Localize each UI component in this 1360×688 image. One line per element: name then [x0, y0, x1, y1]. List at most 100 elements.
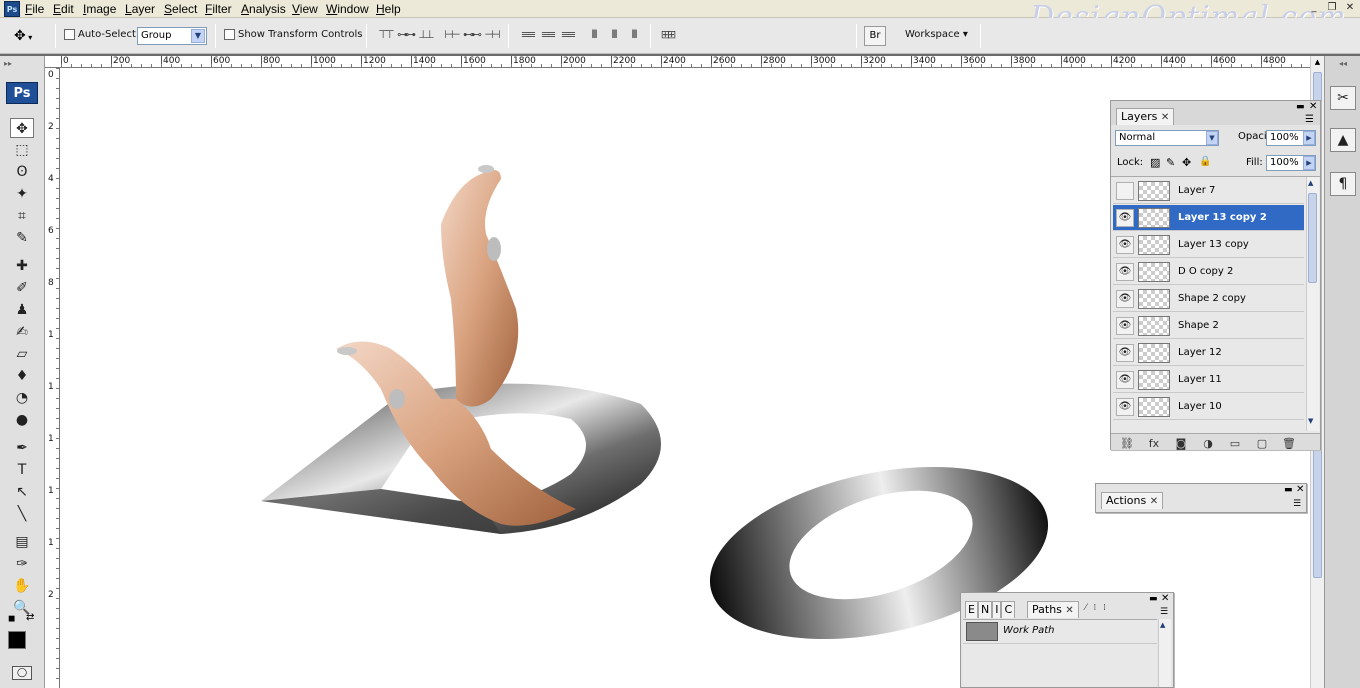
eye-icon[interactable]: 👁 [1116, 209, 1134, 227]
crop-tool-icon[interactable]: ⌗ [10, 206, 34, 226]
fx-icon[interactable]: fx [1146, 437, 1162, 450]
close-button[interactable]: ✕ [1342, 1, 1358, 15]
menu-filter[interactable]: Filter [205, 1, 232, 17]
move-tool-preset-icon[interactable]: ✥ ▾ [14, 26, 46, 46]
scroll-up-icon[interactable]: ▲ [1308, 179, 1313, 187]
tool-presets-icon[interactable]: ✂ [1330, 86, 1356, 110]
align-bottom-icon[interactable]: ⊥⊥ [416, 27, 434, 43]
lock-all-icon[interactable]: 🔒 [1199, 156, 1211, 167]
brush-tool-icon[interactable]: ✐ [10, 278, 34, 298]
eye-icon[interactable]: 👁 [1116, 236, 1134, 254]
eye-icon[interactable]: 👁 [1116, 317, 1134, 335]
lock-position-icon[interactable]: ✥ [1182, 156, 1191, 169]
minimize-panel-icon[interactable]: ▬ [1149, 594, 1158, 604]
stamp-tool-icon[interactable]: ♟ [10, 300, 34, 320]
group-icon[interactable]: ▭ [1227, 437, 1243, 450]
quick-mask-icon[interactable]: ◯ [12, 666, 32, 680]
menu-analysis[interactable]: Analysis [241, 1, 286, 17]
eye-icon[interactable]: 👁 [1116, 398, 1134, 416]
tab-layers[interactable]: Layers ✕ [1116, 108, 1175, 125]
lock-pixels-icon[interactable]: ✎ [1166, 156, 1175, 169]
distribute-vcenter-icon[interactable]: ≡≡ [538, 27, 556, 43]
scroll-down-icon[interactable]: ▼ [1308, 417, 1313, 425]
paragraph-icon[interactable]: ¶ [1330, 172, 1356, 196]
magic-wand-icon[interactable]: ✦ [10, 184, 34, 204]
link-icon[interactable]: ⛓ [1119, 437, 1135, 450]
workspace-button[interactable]: Workspace ▾ [905, 29, 968, 41]
auto-select-checkbox[interactable] [64, 29, 75, 40]
sponge-tool-icon[interactable]: ● [10, 410, 34, 430]
restore-button[interactable]: ❐ [1324, 1, 1340, 15]
eye-icon[interactable] [1116, 182, 1134, 200]
tab-e[interactable]: E [965, 601, 978, 618]
adjustment-icon[interactable]: ◑ [1200, 437, 1216, 450]
history-brush-icon[interactable]: ✍ [10, 322, 34, 342]
line-tool-icon[interactable]: ╲ [10, 504, 34, 524]
layer-row[interactable]: 👁 Layer 12 [1113, 340, 1304, 366]
distribute-left-icon[interactable]: ⫴⫴ [584, 27, 602, 43]
more-tabs-icon[interactable]: ⁄ ⁞ ⁞ [1085, 603, 1108, 613]
tab-c[interactable]: C [1001, 601, 1016, 618]
foreground-color-swatch[interactable] [8, 631, 26, 649]
distribute-top-icon[interactable]: ≡≡ [518, 27, 536, 43]
distribute-bottom-icon[interactable]: ≡≡ [558, 27, 576, 43]
menu-help[interactable]: Help [376, 1, 401, 17]
lock-transparent-icon[interactable]: ▨ [1150, 156, 1160, 169]
align-vcenter-icon[interactable]: ⊶⊶ [396, 27, 416, 43]
auto-select-dropdown[interactable]: Group ▼ [137, 27, 207, 45]
minimize-button[interactable]: _ [1306, 1, 1322, 15]
path-row[interactable]: Work Path [963, 620, 1157, 644]
align-left-icon[interactable]: ⊢⊢ [442, 27, 460, 43]
hand-tool-icon[interactable]: ✋ [10, 576, 34, 596]
trash-icon[interactable]: 🗑 [1281, 437, 1297, 450]
layer-row[interactable]: Layer 7 [1113, 178, 1304, 204]
scroll-up-icon[interactable]: ▲ [1312, 58, 1323, 69]
tab-i[interactable]: I [992, 601, 1002, 618]
layer-row[interactable]: 👁 Shape 2 [1113, 313, 1304, 339]
panel-menu-icon[interactable]: ☰ [1160, 607, 1168, 617]
notes-tool-icon[interactable]: ▤ [10, 532, 34, 552]
move-tool-icon[interactable]: ✥ [10, 118, 34, 138]
healing-brush-icon[interactable]: ✚ [10, 256, 34, 276]
eye-icon[interactable]: 👁 [1116, 290, 1134, 308]
marquee-tool-icon[interactable]: ⬚ [10, 140, 34, 160]
bridge-icon[interactable]: Br [864, 26, 886, 46]
menu-window[interactable]: Window [326, 1, 369, 17]
auto-align-icon[interactable]: ⊞⊞ [658, 27, 676, 43]
menu-edit[interactable]: Edit [53, 1, 74, 17]
eraser-tool-icon[interactable]: ▱ [10, 344, 34, 364]
layer-row[interactable]: 👁 Layer 13 copy [1113, 232, 1304, 258]
minimize-panel-icon[interactable]: ▬ [1296, 102, 1305, 112]
show-transform-checkbox[interactable] [224, 29, 235, 40]
paint-bucket-icon[interactable]: ♦ [10, 366, 34, 386]
menu-select[interactable]: Select [164, 1, 197, 17]
distribute-hcenter-icon[interactable]: ⫴⫴ [604, 27, 622, 43]
tab-paths[interactable]: Paths ✕ [1027, 601, 1079, 618]
menu-image[interactable]: Image [83, 1, 116, 17]
close-icon[interactable]: ✕ [1161, 112, 1169, 123]
close-panel-icon[interactable]: ✕ [1161, 593, 1169, 604]
new-layer-icon[interactable]: ▢ [1254, 437, 1270, 450]
scroll-up-icon[interactable]: ▲ [1160, 621, 1165, 629]
tab-actions[interactable]: Actions ✕ [1101, 492, 1164, 509]
layer-row[interactable]: 👁 Layer 10 [1113, 394, 1304, 420]
dodge-tool-icon[interactable]: ◔ [10, 388, 34, 408]
menu-file[interactable]: File [25, 1, 44, 17]
layer-row[interactable]: 👁 D O copy 2 [1113, 259, 1304, 285]
distribute-right-icon[interactable]: ⫴⫴ [624, 27, 642, 43]
close-panel-icon[interactable]: ✕ [1309, 101, 1317, 112]
toolbox-collapse-icon[interactable]: ▸▸ [4, 59, 12, 68]
opacity-field[interactable]: 100% ▶ [1266, 130, 1316, 146]
lasso-tool-icon[interactable]: ʘ [10, 162, 34, 182]
layer-row[interactable]: 👁 Layer 13 copy 2 [1113, 205, 1304, 231]
path-select-icon[interactable]: ↖ [10, 482, 34, 502]
close-panel-icon[interactable]: ✕ [1296, 484, 1304, 495]
pen-tool-icon[interactable]: ✒ [10, 438, 34, 458]
menu-view[interactable]: View [292, 1, 318, 17]
align-right-icon[interactable]: ⊣⊣ [482, 27, 500, 43]
eye-icon[interactable]: 👁 [1116, 263, 1134, 281]
align-hcenter-icon[interactable]: ⊷⊷ [462, 27, 482, 43]
eye-icon[interactable]: 👁 [1116, 344, 1134, 362]
layers-scrollbar[interactable]: ▲ ▼ [1306, 177, 1319, 431]
eyedropper-icon[interactable]: ✎ [10, 228, 34, 248]
